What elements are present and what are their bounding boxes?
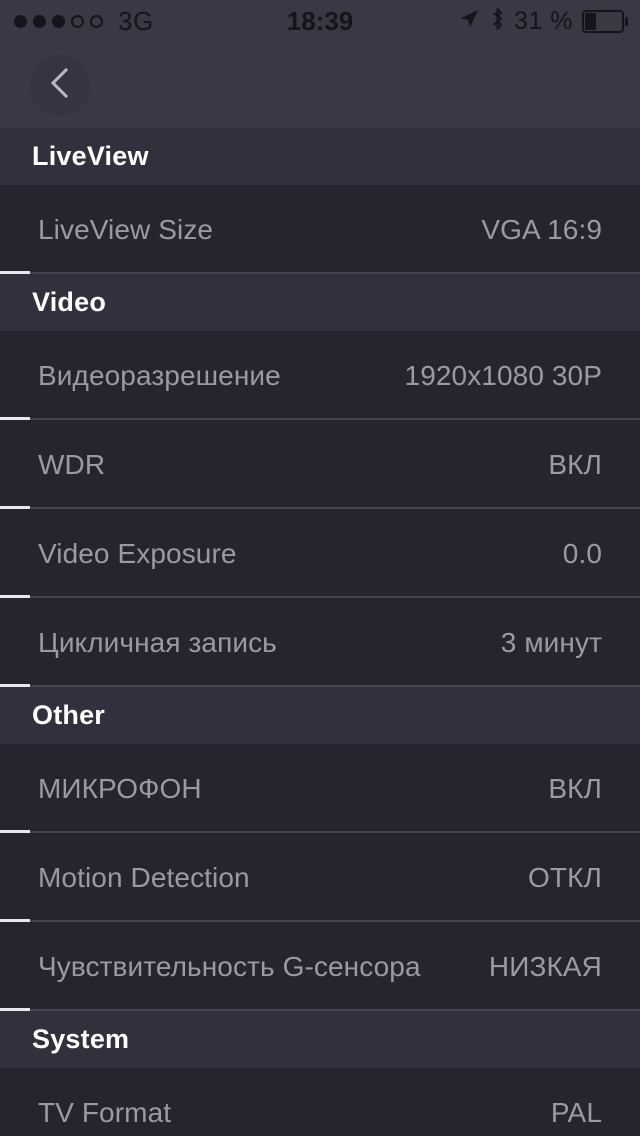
battery-fill: [585, 12, 597, 30]
battery-cap: [625, 16, 628, 26]
settings-list[interactable]: LiveView LiveView Size VGA 16:9 Video Видеор…: [0, 128, 640, 1136]
settings-row[interactable]: WDR ВКЛ: [0, 420, 640, 509]
status-bar-right: 31 %: [458, 0, 628, 42]
settings-row-label: Motion Detection: [38, 861, 250, 893]
settings-row-value: 3 минут: [500, 626, 602, 658]
settings-row[interactable]: LiveView Size VGA 16:9: [0, 185, 640, 274]
settings-row-value: VGA 16:9: [481, 213, 602, 245]
settings-row-value: 1920x1080 30P: [404, 359, 602, 391]
settings-row-value: ВКЛ: [548, 772, 602, 804]
settings-row[interactable]: Motion Detection ОТКЛ: [0, 833, 640, 922]
settings-row-value: PAL: [550, 1096, 602, 1128]
settings-row-label: Чувствительность G-сенсора: [38, 950, 421, 982]
section-header: LiveView: [0, 128, 640, 185]
section-header: Other: [0, 687, 640, 744]
back-button[interactable]: [28, 53, 92, 117]
section-header: Video: [0, 274, 640, 331]
row-separator: [0, 271, 640, 274]
settings-row[interactable]: Видеоразрешение 1920x1080 30P: [0, 331, 640, 420]
location-arrow-icon: [458, 8, 480, 35]
settings-row-label: LiveView Size: [38, 213, 214, 245]
settings-row[interactable]: TV Format PAL: [0, 1068, 640, 1136]
section-title: System: [32, 1024, 130, 1054]
settings-row-value: ВКЛ: [548, 448, 602, 480]
row-separator: [0, 684, 640, 687]
settings-row-label: WDR: [38, 448, 106, 480]
battery-percent-label: 31 %: [514, 6, 573, 35]
settings-row-label: МИКРОФОН: [38, 772, 202, 804]
settings-row-value: НИЗКАЯ: [488, 950, 602, 982]
settings-row-label: TV Format: [38, 1096, 172, 1128]
chevron-left-icon: [45, 66, 75, 105]
section-title: Video: [32, 287, 107, 317]
clock-label: 18:39: [286, 5, 354, 36]
settings-row-label: Video Exposure: [38, 537, 237, 569]
navigation-bar: [0, 42, 640, 128]
settings-row[interactable]: МИКРОФОН ВКЛ: [0, 744, 640, 833]
settings-row-value: 0.0: [562, 537, 602, 569]
row-separator: [0, 1008, 640, 1011]
settings-row-value: ОТКЛ: [528, 861, 602, 893]
section-title: LiveView: [32, 141, 149, 171]
bluetooth-icon: [489, 7, 505, 36]
section-header: System: [0, 1011, 640, 1068]
settings-row-label: Цикличная запись: [38, 626, 277, 658]
settings-row[interactable]: Цикличная запись 3 минут: [0, 598, 640, 687]
section-title: Other: [32, 700, 106, 730]
battery-icon: [582, 9, 628, 33]
settings-row-label: Видеоразрешение: [38, 359, 281, 391]
settings-row[interactable]: Чувствительность G-сенсора НИЗКАЯ: [0, 922, 640, 1011]
settings-row[interactable]: Video Exposure 0.0: [0, 509, 640, 598]
status-bar: 3G 18:39 31 %: [0, 0, 640, 42]
